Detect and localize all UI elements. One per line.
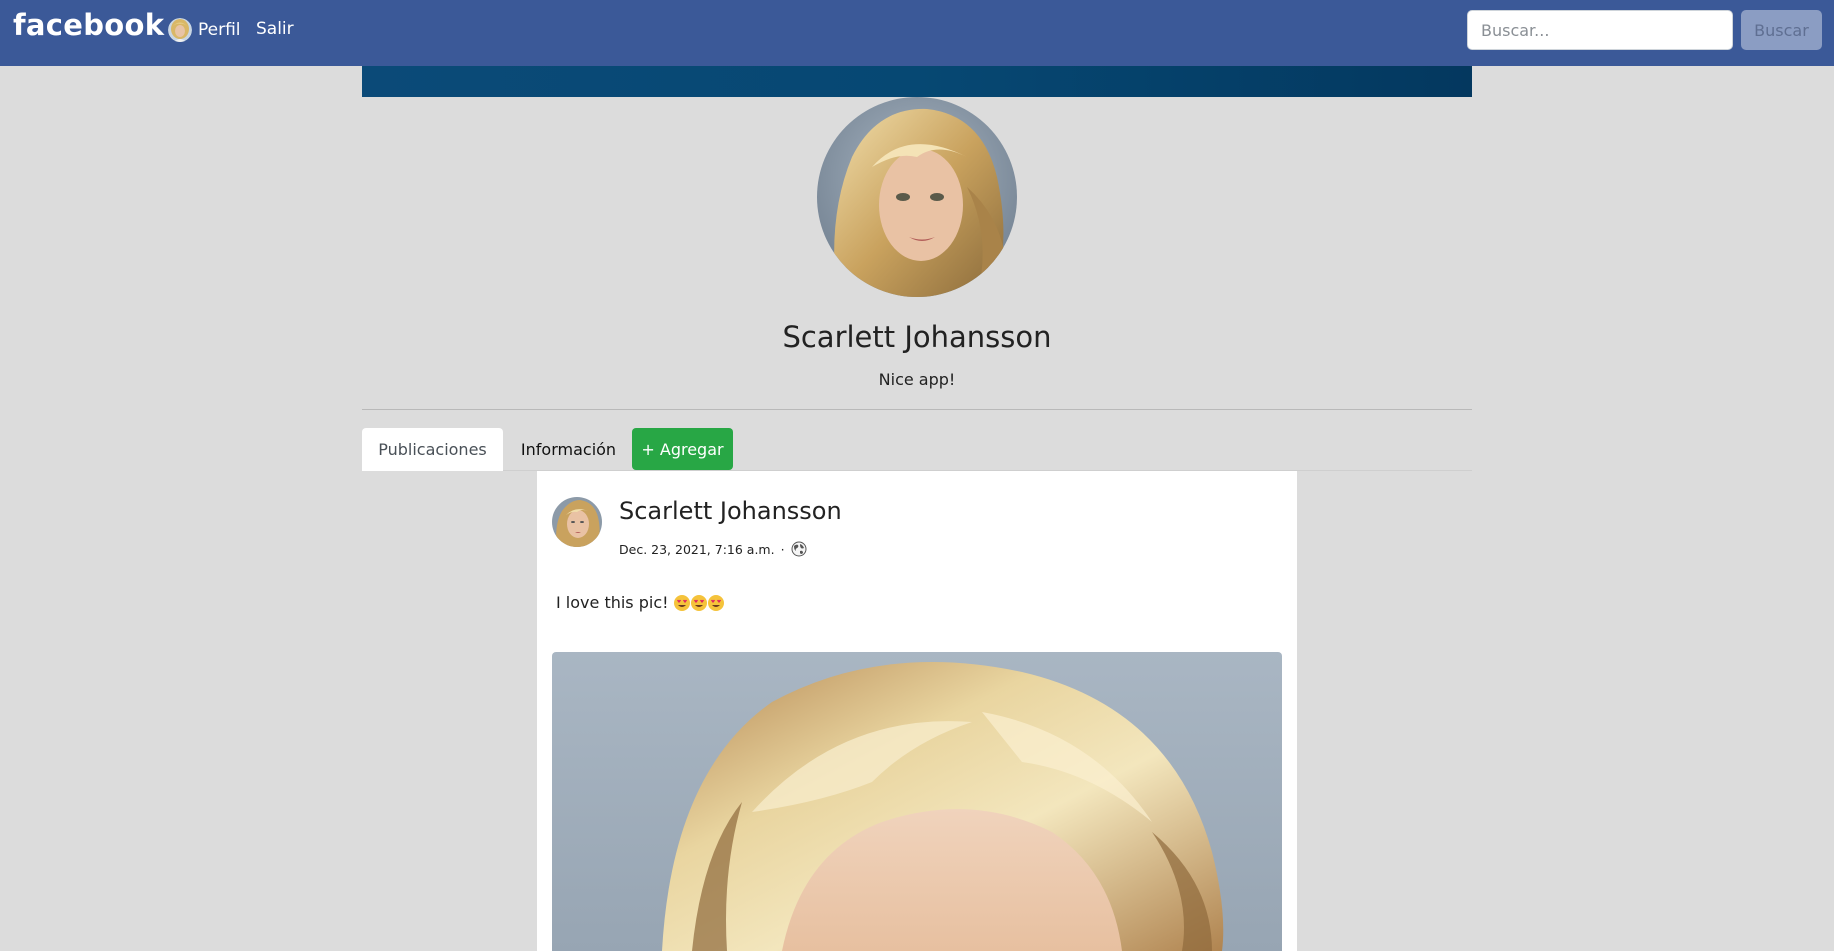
post-author-avatar[interactable] <box>552 497 602 547</box>
nav-profile-label: Perfil <box>198 20 241 40</box>
search-input[interactable] <box>1467 10 1733 50</box>
post-date: Dec. 23, 2021, 7:16 a.m. <box>619 541 775 557</box>
heart-eyes-emoji <box>673 594 690 611</box>
top-navbar: facebook Perfil Salir Buscar <box>0 0 1834 66</box>
post-text: I love this pic! <box>556 593 724 612</box>
meta-separator: · <box>780 541 785 557</box>
heart-eyes-emoji <box>690 594 707 611</box>
profile-divider <box>362 409 1472 410</box>
cover-banner <box>362 66 1472 97</box>
globe-icon <box>791 541 807 557</box>
brand-logo[interactable]: facebook <box>13 8 164 42</box>
post-photo[interactable] <box>552 652 1282 951</box>
tab-informacion[interactable]: Información <box>511 428 626 471</box>
post-text-content: I love this pic! <box>556 593 669 612</box>
tab-publicaciones[interactable]: Publicaciones <box>362 428 503 471</box>
nav-profile-link[interactable]: Perfil <box>168 18 241 42</box>
add-post-button[interactable]: + Agregar <box>632 428 733 470</box>
search-button[interactable]: Buscar <box>1741 10 1822 50</box>
post-card: Scarlett Johansson Dec. 23, 2021, 7:16 a… <box>537 471 1297 951</box>
post-author-name[interactable]: Scarlett Johansson <box>619 497 842 525</box>
heart-eyes-emoji <box>707 594 724 611</box>
profile-name: Scarlett Johansson <box>782 320 1052 354</box>
profile-avatar[interactable] <box>817 97 1017 297</box>
nav-logout-link[interactable]: Salir <box>256 19 294 39</box>
post-meta: Dec. 23, 2021, 7:16 a.m. · <box>619 541 807 557</box>
profile-bio: Nice app! <box>878 370 956 389</box>
nav-avatar <box>168 18 192 42</box>
